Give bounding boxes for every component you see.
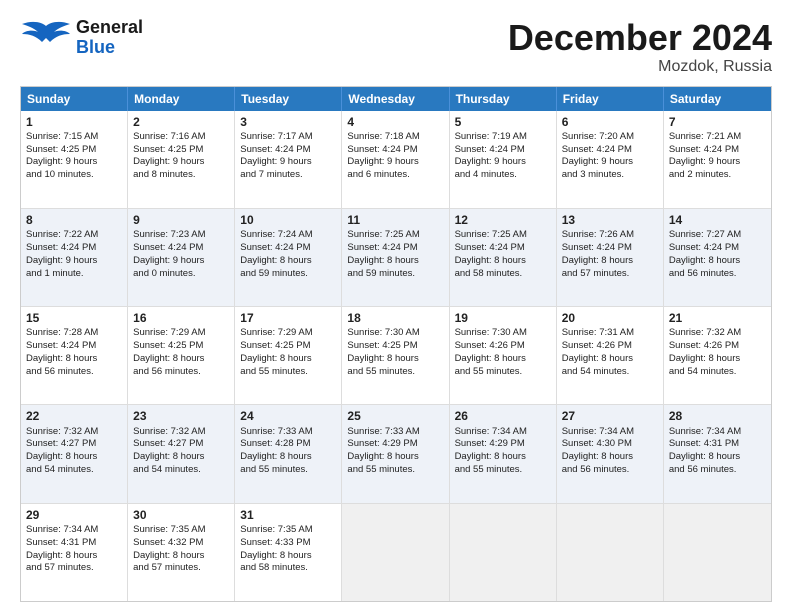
calendar-cell-empty: [664, 504, 771, 601]
header-day-tuesday: Tuesday: [235, 87, 342, 111]
calendar-cell-23: 23Sunrise: 7:32 AMSunset: 4:27 PMDayligh…: [128, 405, 235, 502]
location: Mozdok, Russia: [508, 58, 772, 76]
logo-general: General: [76, 18, 143, 38]
calendar: SundayMondayTuesdayWednesdayThursdayFrid…: [20, 86, 772, 602]
header-day-wednesday: Wednesday: [342, 87, 449, 111]
calendar-cell-empty: [450, 504, 557, 601]
calendar-cell-20: 20Sunrise: 7:31 AMSunset: 4:26 PMDayligh…: [557, 307, 664, 404]
calendar-cell-11: 11Sunrise: 7:25 AMSunset: 4:24 PMDayligh…: [342, 209, 449, 306]
calendar-cell-27: 27Sunrise: 7:34 AMSunset: 4:30 PMDayligh…: [557, 405, 664, 502]
page: General Blue December 2024 Mozdok, Russi…: [0, 0, 792, 612]
calendar-cell-empty: [342, 504, 449, 601]
header-day-friday: Friday: [557, 87, 664, 111]
header-day-monday: Monday: [128, 87, 235, 111]
calendar-cell-26: 26Sunrise: 7:34 AMSunset: 4:29 PMDayligh…: [450, 405, 557, 502]
calendar-cell-empty: [557, 504, 664, 601]
calendar-cell-19: 19Sunrise: 7:30 AMSunset: 4:26 PMDayligh…: [450, 307, 557, 404]
calendar-body: 1Sunrise: 7:15 AMSunset: 4:25 PMDaylight…: [21, 111, 771, 601]
title-block: December 2024 Mozdok, Russia: [508, 18, 772, 76]
logo-blue: Blue: [76, 38, 143, 58]
calendar-cell-24: 24Sunrise: 7:33 AMSunset: 4:28 PMDayligh…: [235, 405, 342, 502]
calendar-cell-5: 5Sunrise: 7:19 AMSunset: 4:24 PMDaylight…: [450, 111, 557, 208]
calendar-cell-21: 21Sunrise: 7:32 AMSunset: 4:26 PMDayligh…: [664, 307, 771, 404]
calendar-cell-12: 12Sunrise: 7:25 AMSunset: 4:24 PMDayligh…: [450, 209, 557, 306]
calendar-cell-30: 30Sunrise: 7:35 AMSunset: 4:32 PMDayligh…: [128, 504, 235, 601]
calendar-cell-14: 14Sunrise: 7:27 AMSunset: 4:24 PMDayligh…: [664, 209, 771, 306]
calendar-cell-13: 13Sunrise: 7:26 AMSunset: 4:24 PMDayligh…: [557, 209, 664, 306]
calendar-cell-31: 31Sunrise: 7:35 AMSunset: 4:33 PMDayligh…: [235, 504, 342, 601]
calendar-cell-18: 18Sunrise: 7:30 AMSunset: 4:25 PMDayligh…: [342, 307, 449, 404]
calendar-row: 15Sunrise: 7:28 AMSunset: 4:24 PMDayligh…: [21, 306, 771, 404]
calendar-cell-25: 25Sunrise: 7:33 AMSunset: 4:29 PMDayligh…: [342, 405, 449, 502]
calendar-row: 1Sunrise: 7:15 AMSunset: 4:25 PMDaylight…: [21, 111, 771, 208]
calendar-cell-16: 16Sunrise: 7:29 AMSunset: 4:25 PMDayligh…: [128, 307, 235, 404]
calendar-cell-4: 4Sunrise: 7:18 AMSunset: 4:24 PMDaylight…: [342, 111, 449, 208]
calendar-cell-9: 9Sunrise: 7:23 AMSunset: 4:24 PMDaylight…: [128, 209, 235, 306]
calendar-cell-29: 29Sunrise: 7:34 AMSunset: 4:31 PMDayligh…: [21, 504, 128, 601]
logo: General Blue: [20, 18, 143, 58]
calendar-cell-1: 1Sunrise: 7:15 AMSunset: 4:25 PMDaylight…: [21, 111, 128, 208]
calendar-cell-22: 22Sunrise: 7:32 AMSunset: 4:27 PMDayligh…: [21, 405, 128, 502]
header: General Blue December 2024 Mozdok, Russi…: [20, 18, 772, 76]
calendar-cell-2: 2Sunrise: 7:16 AMSunset: 4:25 PMDaylight…: [128, 111, 235, 208]
calendar-row: 29Sunrise: 7:34 AMSunset: 4:31 PMDayligh…: [21, 503, 771, 601]
calendar-cell-8: 8Sunrise: 7:22 AMSunset: 4:24 PMDaylight…: [21, 209, 128, 306]
header-day-sunday: Sunday: [21, 87, 128, 111]
calendar-header: SundayMondayTuesdayWednesdayThursdayFrid…: [21, 87, 771, 111]
calendar-cell-3: 3Sunrise: 7:17 AMSunset: 4:24 PMDaylight…: [235, 111, 342, 208]
logo-icon: [20, 18, 72, 58]
calendar-cell-10: 10Sunrise: 7:24 AMSunset: 4:24 PMDayligh…: [235, 209, 342, 306]
calendar-row: 8Sunrise: 7:22 AMSunset: 4:24 PMDaylight…: [21, 208, 771, 306]
calendar-row: 22Sunrise: 7:32 AMSunset: 4:27 PMDayligh…: [21, 404, 771, 502]
calendar-cell-7: 7Sunrise: 7:21 AMSunset: 4:24 PMDaylight…: [664, 111, 771, 208]
header-day-saturday: Saturday: [664, 87, 771, 111]
header-day-thursday: Thursday: [450, 87, 557, 111]
calendar-cell-17: 17Sunrise: 7:29 AMSunset: 4:25 PMDayligh…: [235, 307, 342, 404]
month-title: December 2024: [508, 18, 772, 58]
calendar-cell-28: 28Sunrise: 7:34 AMSunset: 4:31 PMDayligh…: [664, 405, 771, 502]
calendar-cell-6: 6Sunrise: 7:20 AMSunset: 4:24 PMDaylight…: [557, 111, 664, 208]
calendar-cell-15: 15Sunrise: 7:28 AMSunset: 4:24 PMDayligh…: [21, 307, 128, 404]
